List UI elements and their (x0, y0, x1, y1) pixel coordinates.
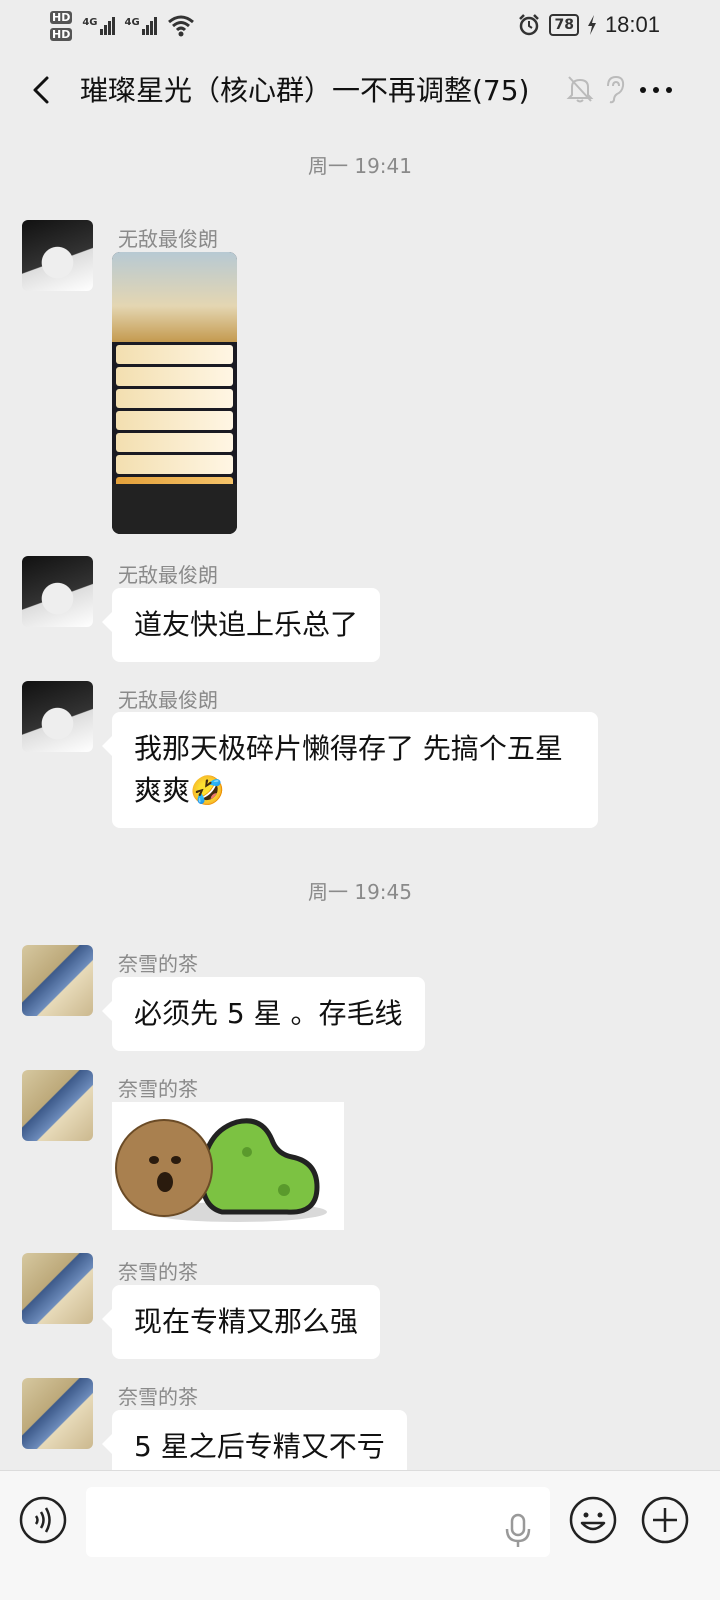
message-input[interactable] (86, 1487, 550, 1557)
voice-icon[interactable] (18, 1495, 68, 1545)
avatar[interactable] (22, 1253, 93, 1324)
status-bar: HD HD 4G 4G 78 18:01 (0, 0, 720, 50)
mute-bell-icon (566, 76, 594, 103)
sender-name: 奈雪的茶 (118, 952, 198, 976)
text-message[interactable]: 道友快追上乐总了 (101, 588, 381, 662)
avatar[interactable] (22, 1378, 93, 1449)
signal-icon: 4G (82, 17, 115, 35)
rank-row (116, 367, 233, 386)
mic-icon[interactable] (498, 1511, 538, 1551)
message-text: 道友快追上乐总了 (134, 608, 359, 641)
laughing-emoji: 🤣 (190, 774, 225, 807)
rank-row (116, 345, 233, 364)
more-icon[interactable] (638, 78, 674, 102)
game-banner (112, 252, 237, 342)
timestamp: 周一 19:45 (308, 880, 412, 904)
ear-icon (607, 75, 625, 104)
sticker-message[interactable] (112, 1102, 344, 1230)
signal-icon: 4G (125, 17, 157, 35)
avatar[interactable] (22, 220, 93, 291)
rank-row (116, 411, 233, 430)
hd-badge: HD (50, 28, 73, 41)
hd-badge: HD (50, 11, 73, 24)
message-text: 现在专精又那么强 (134, 1305, 359, 1338)
charging-icon (587, 15, 596, 35)
potato-dog-sticker (115, 1118, 327, 1222)
game-footer (112, 484, 237, 534)
sender-name: 奈雪的茶 (118, 1260, 198, 1284)
hd-indicators: HD HD (50, 11, 73, 41)
message-text: 5 星之后专精又不亏 (134, 1430, 385, 1463)
rank-row (116, 433, 233, 452)
sender-name: 无敌最俊朗 (118, 227, 218, 251)
wifi-icon (167, 15, 194, 37)
clock: 18:01 (604, 12, 660, 37)
rank-row (116, 455, 233, 474)
status-left: HD HD 4G 4G (50, 6, 195, 46)
alarm-icon (519, 14, 540, 36)
sender-name: 奈雪的茶 (118, 1385, 198, 1409)
avatar[interactable] (22, 1070, 93, 1141)
text-message[interactable]: 我那天极碎片懒得存了 先搞个五星爽爽🤣 (102, 712, 598, 828)
avatar[interactable] (22, 945, 93, 1016)
avatar[interactable] (22, 556, 93, 627)
text-message[interactable]: 现在专精又那么强 (101, 1285, 381, 1359)
network-type: 4G (124, 17, 140, 28)
chat-header: 璀璨星光（核心群）一不再调整(75) (0, 60, 720, 122)
input-bar (0, 1470, 720, 1600)
emoji-icon[interactable] (568, 1495, 618, 1545)
chat-title: 璀璨星光（核心群）一不再调整(75) (80, 74, 530, 107)
image-message[interactable] (112, 252, 237, 534)
rank-row (116, 389, 233, 408)
battery-level: 78 (549, 14, 579, 36)
avatar[interactable] (22, 681, 93, 752)
text-message[interactable]: 必须先 5 星 。存毛线 (102, 977, 425, 1051)
timestamp: 周一 19:41 (308, 154, 412, 178)
network-type: 4G (82, 17, 98, 28)
plus-icon[interactable] (640, 1495, 690, 1545)
sender-name: 无敌最俊朗 (118, 688, 218, 712)
sender-name: 奈雪的茶 (118, 1077, 198, 1101)
sender-name: 无敌最俊朗 (118, 563, 218, 587)
message-text: 必须先 5 星 。存毛线 (134, 997, 403, 1030)
status-right: 78 18:01 (517, 12, 660, 38)
back-icon[interactable] (22, 70, 62, 110)
